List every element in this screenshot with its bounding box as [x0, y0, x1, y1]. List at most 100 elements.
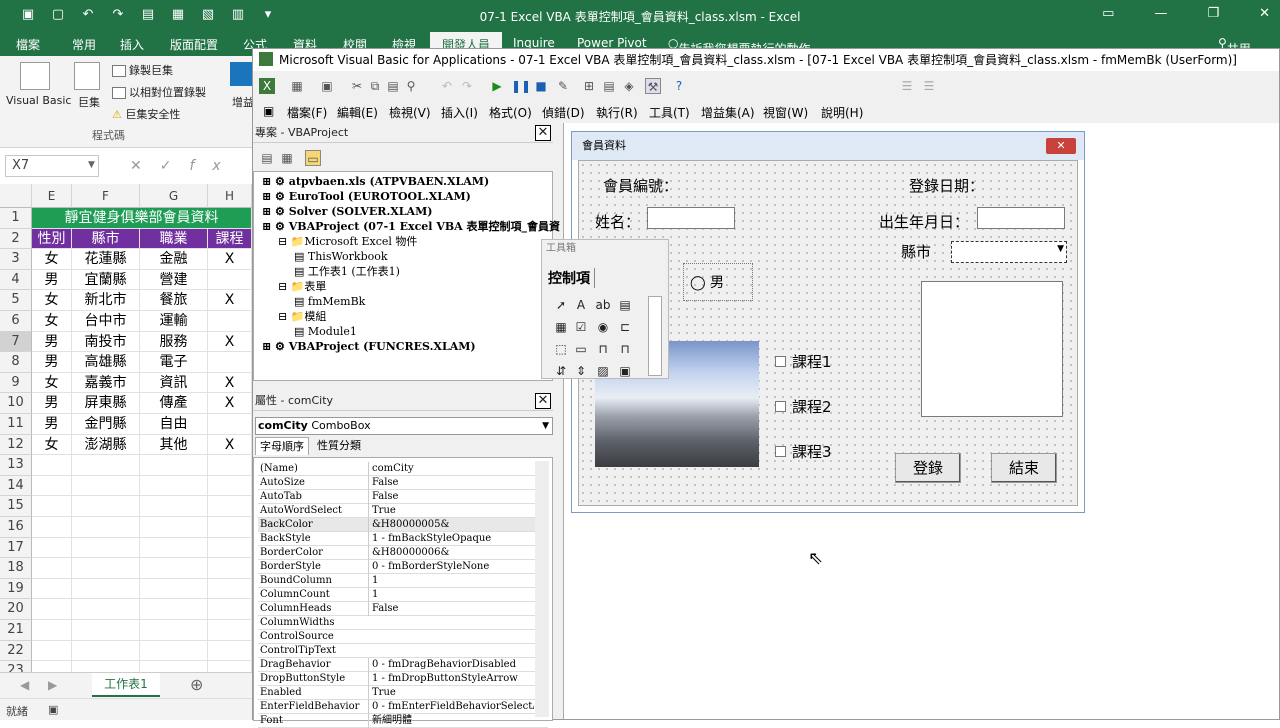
break-icon[interactable]: ❚❚: [511, 78, 531, 94]
object-browser-icon[interactable]: ◈: [621, 78, 637, 94]
tab-page-layout[interactable]: 版面配置: [170, 36, 218, 53]
props-tab-alpha[interactable]: 字母順序: [255, 437, 309, 455]
button-tool-icon[interactable]: ▭: [572, 340, 590, 358]
col-header-g[interactable]: G: [140, 184, 208, 208]
row-header[interactable]: 5: [0, 290, 32, 311]
indent-icon[interactable]: ☰: [899, 78, 915, 94]
course2-checkbox[interactable]: 課程2: [775, 396, 832, 417]
property-row[interactable]: ColumnHeads False: [258, 602, 548, 616]
sheet-cell[interactable]: [208, 599, 252, 620]
sheet-cell[interactable]: [32, 620, 72, 641]
sheet-cell[interactable]: X: [208, 249, 252, 270]
image-tool-icon[interactable]: ▨: [594, 362, 612, 380]
toolbox-window[interactable]: 工具箱 控制項 ➚ A ab ▤ ▦ ☑ ◉ ⊏ ⬚ ▭ ⊓ ⊓ ⇵ ⇕ ▨ ▣: [541, 239, 669, 379]
sheet-cell[interactable]: [72, 578, 140, 600]
col-header-h[interactable]: H: [208, 184, 252, 208]
sheet-cell[interactable]: [32, 578, 72, 600]
row-header[interactable]: 17: [0, 537, 32, 559]
property-row[interactable]: Font 新細明體: [258, 714, 548, 728]
sheet-cell[interactable]: [140, 558, 208, 579]
record-macro-button[interactable]: 錄製巨集: [112, 62, 173, 78]
row-header[interactable]: 11: [0, 414, 32, 435]
tree-item[interactable]: ⊞ ⚙ EuroTool (EUROTOOL.XLAM): [262, 189, 471, 204]
birth-textbox[interactable]: [977, 207, 1065, 229]
macros-button[interactable]: 巨集: [78, 94, 100, 110]
sheet-cell[interactable]: 女: [32, 249, 72, 270]
property-value[interactable]: 0 - fmEnterFieldBehaviorSelectAll: [368, 700, 534, 714]
sheet-col-header[interactable]: 課程: [208, 228, 252, 250]
row-header[interactable]: 4: [0, 269, 32, 291]
scrollbar-tool-icon[interactable]: ⇵: [552, 362, 570, 380]
sheet-cell[interactable]: [208, 640, 252, 662]
property-row[interactable]: (Name) comCity: [258, 462, 548, 476]
tree-item[interactable]: ⊟ 📁模組: [278, 309, 326, 324]
property-value[interactable]: 0 - fmDragBehaviorDisabled: [368, 658, 534, 672]
sheet-cell[interactable]: 男: [32, 269, 72, 291]
tree-item[interactable]: ▤ ThisWorkbook: [294, 249, 388, 264]
sheet-cell[interactable]: [140, 475, 208, 497]
menu-edit[interactable]: 編輯(E): [337, 104, 378, 121]
tree-item[interactable]: ▤ 工作表1 (工作表1): [294, 264, 400, 279]
sheet-cell[interactable]: [140, 599, 208, 620]
menu-file[interactable]: 檔案(F): [287, 104, 327, 121]
property-row[interactable]: AutoWordSelect True: [258, 504, 548, 518]
find-icon[interactable]: ⚲: [403, 78, 419, 94]
sheet-cell[interactable]: [32, 517, 72, 538]
row-header[interactable]: 20: [0, 599, 32, 620]
sheet-cell[interactable]: 新北市: [72, 290, 140, 311]
property-row[interactable]: ControlSource: [258, 630, 548, 644]
sheet-cell[interactable]: [72, 455, 140, 476]
tree-item[interactable]: ⊞ ⚙ Solver (SOLVER.XLAM): [262, 204, 432, 219]
sheet-cell[interactable]: [140, 620, 208, 641]
property-row[interactable]: BoundColumn 1: [258, 574, 548, 588]
row-header[interactable]: 10: [0, 393, 32, 414]
radio-tool-icon[interactable]: ◉: [594, 318, 612, 336]
property-value[interactable]: comCity: [368, 462, 534, 476]
tree-item[interactable]: ▤ fmMemBk: [294, 294, 365, 309]
city-label[interactable]: 縣市: [901, 241, 931, 262]
sheet-cell[interactable]: [72, 599, 140, 620]
sheet-cell[interactable]: 運輸: [140, 311, 208, 332]
row-header[interactable]: 19: [0, 578, 32, 600]
tree-item[interactable]: ▤ Module1: [294, 324, 357, 339]
sheet-cell[interactable]: 台中市: [72, 311, 140, 332]
sheet-cell[interactable]: [140, 537, 208, 559]
refedit-tool-icon[interactable]: ▣: [616, 362, 634, 380]
copy-icon[interactable]: ⧉: [367, 78, 383, 94]
tab-insert[interactable]: 插入: [120, 36, 144, 53]
worksheet-grid[interactable]: E F G H 1 2 3 4 5 6 7 8 9 10 11 12 13 14 15 16 17 18 19 20 2…: [0, 184, 252, 682]
tree-item[interactable]: ⊞ ⚙ atpvbaen.xls (ATPVBAEN.XLAM): [262, 174, 489, 189]
sheet-cell[interactable]: [72, 558, 140, 579]
row-header[interactable]: 21: [0, 620, 32, 641]
menu-insert[interactable]: 插入(I): [441, 104, 478, 121]
col-header-f[interactable]: F: [72, 184, 140, 208]
sheet-cell[interactable]: [32, 496, 72, 517]
combobox-tool-icon[interactable]: ▤: [616, 296, 634, 314]
sheet-cell[interactable]: 營建: [140, 269, 208, 291]
sheet-cell[interactable]: 金門縣: [72, 414, 140, 435]
property-row[interactable]: BackColor &H80000005&: [258, 518, 548, 532]
col-header-e[interactable]: E: [32, 184, 72, 208]
menu-tools[interactable]: 工具(T): [649, 104, 690, 121]
sheet-cell[interactable]: X: [208, 290, 252, 311]
property-value[interactable]: False: [368, 476, 534, 490]
checkbox-tool-icon[interactable]: ☑: [572, 318, 590, 336]
row-header[interactable]: 6: [0, 311, 32, 332]
property-value[interactable]: False: [368, 602, 534, 616]
property-value[interactable]: 1: [368, 574, 534, 588]
sheet-cell[interactable]: [140, 640, 208, 662]
undo-vbe-icon[interactable]: ↶: [439, 78, 455, 94]
property-row[interactable]: DropButtonStyle 1 - fmDropButtonStyleArro…: [258, 672, 548, 686]
sheet-cell[interactable]: 女: [32, 290, 72, 311]
sheet-cell[interactable]: 女: [32, 311, 72, 332]
sheet-cell[interactable]: 金融: [140, 249, 208, 270]
row-header[interactable]: 7: [0, 331, 32, 353]
add-sheet-icon[interactable]: ⊕: [190, 675, 203, 694]
property-row[interactable]: AutoSize False: [258, 476, 548, 490]
menu-help[interactable]: 說明(H): [821, 104, 863, 121]
sheet-cell[interactable]: [208, 475, 252, 497]
props-scrollbar[interactable]: [535, 461, 549, 717]
vbe-menu-icon[interactable]: ▣: [263, 104, 274, 118]
property-row[interactable]: ColumnWidths: [258, 616, 548, 630]
sheet-cell[interactable]: 服務: [140, 331, 208, 353]
